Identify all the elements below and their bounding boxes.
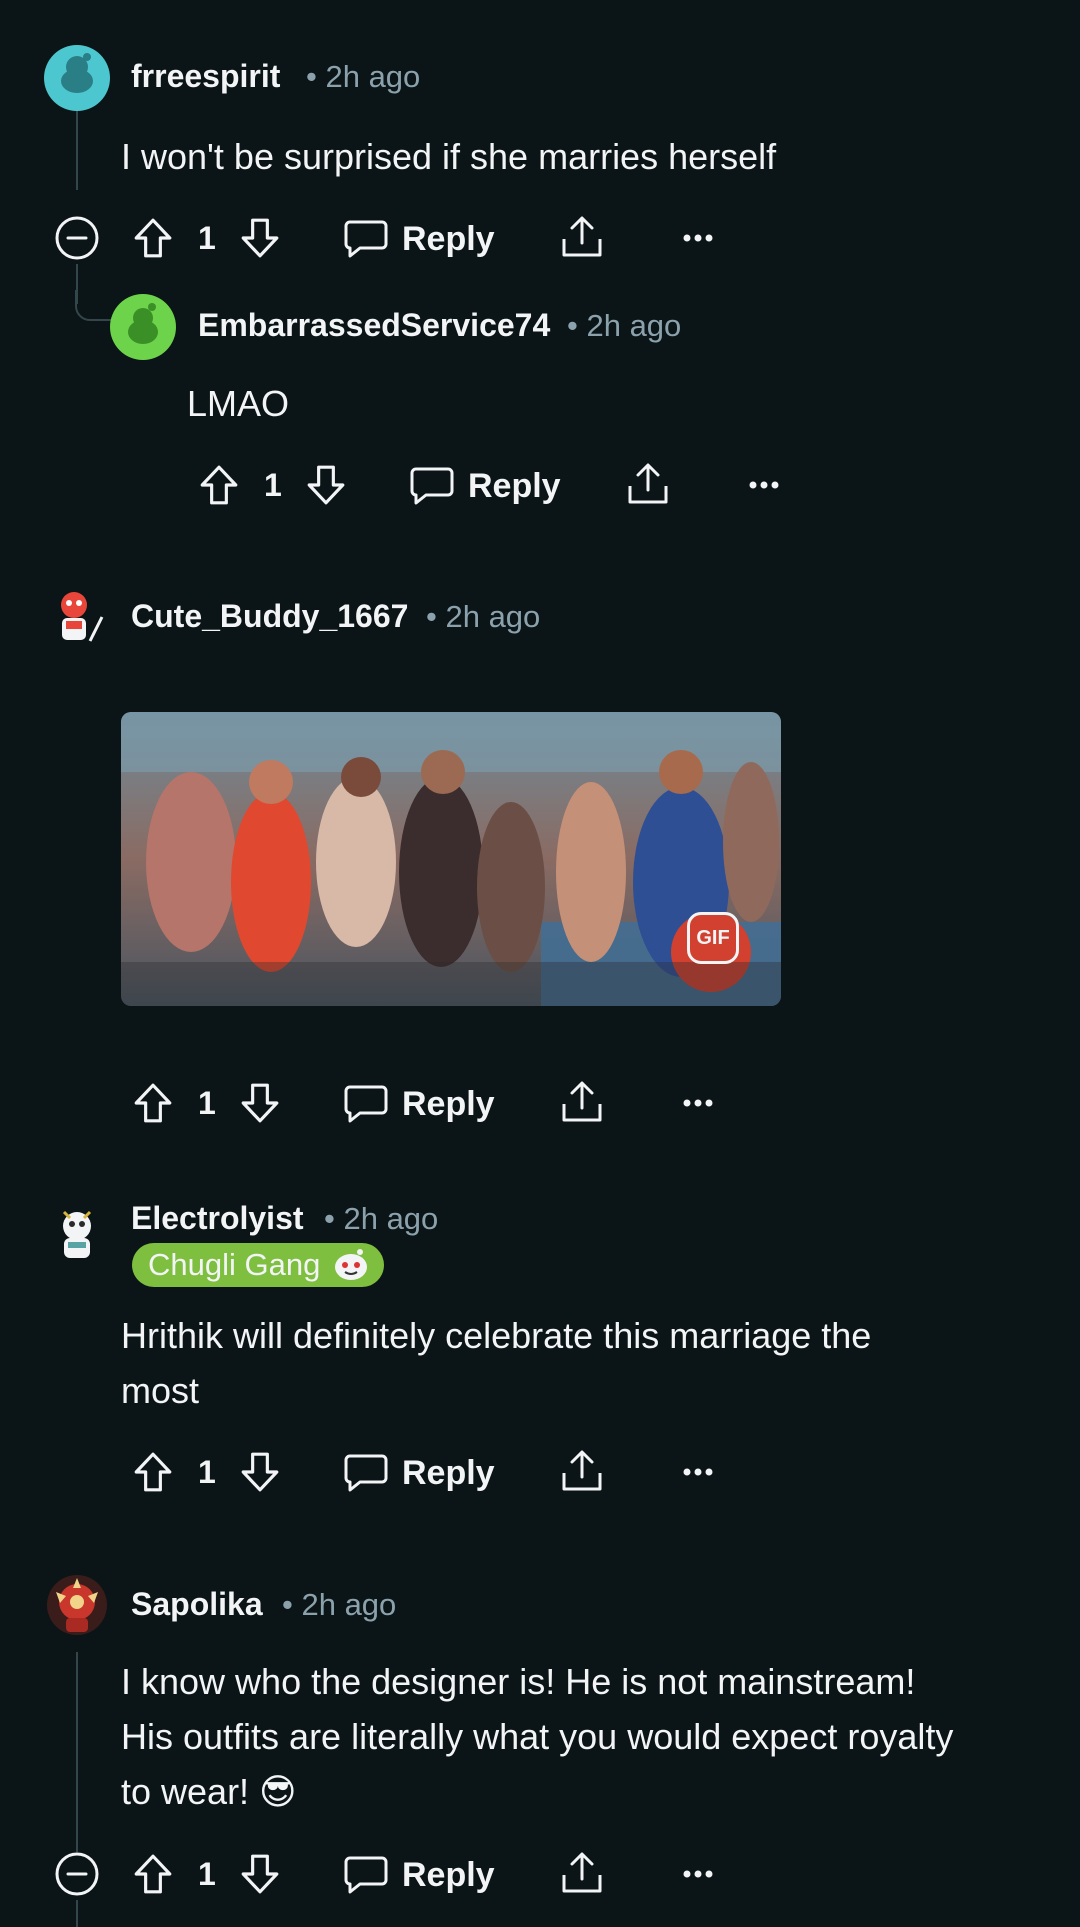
comment-text-line: I know who the designer is! He is not ma…	[121, 1661, 916, 1702]
more-options-icon[interactable]	[683, 233, 713, 243]
avatar[interactable]	[110, 294, 176, 360]
timestamp: • 2h ago	[306, 59, 421, 94]
reply-label: Reply	[402, 1454, 495, 1492]
thread-line	[76, 1652, 78, 1852]
comment-actions: 1 Reply	[120, 455, 800, 515]
gif-image[interactable]: GIF	[121, 712, 781, 1006]
upvote-icon[interactable]	[198, 463, 240, 507]
thread-curve	[75, 290, 113, 321]
reply-label: Reply	[402, 220, 495, 258]
timestamp: • 2h ago	[426, 599, 541, 634]
vote-count: 1	[198, 1085, 216, 1121]
upvote-icon[interactable]	[132, 216, 174, 260]
thread-line	[76, 1900, 78, 1927]
comment-actions: 1 Reply	[54, 1073, 734, 1133]
more-options-icon[interactable]	[683, 1098, 713, 1108]
upvote-icon[interactable]	[132, 1081, 174, 1125]
username[interactable]: Sapolika	[131, 1586, 263, 1623]
gif-badge: GIF	[687, 912, 739, 964]
avatar[interactable]	[44, 1572, 110, 1638]
more-options-icon[interactable]	[683, 1869, 713, 1879]
avatar[interactable]	[44, 583, 110, 649]
comment-text-line: Hrithik will definitely celebrate this m…	[121, 1315, 872, 1356]
vote-count: 1	[198, 1856, 216, 1892]
downvote-icon[interactable]	[239, 1852, 281, 1896]
snoo-flair-icon	[335, 1249, 368, 1280]
reply-button[interactable]: Reply	[344, 1844, 495, 1904]
share-icon[interactable]	[626, 462, 670, 506]
snoo-avatar-icon	[62, 1210, 92, 1258]
share-icon[interactable]	[560, 1449, 604, 1493]
vote-count: 1	[198, 1454, 216, 1490]
snoo-avatar-icon	[61, 53, 93, 93]
comment-text: LMAO	[187, 383, 290, 424]
share-icon[interactable]	[560, 1851, 604, 1895]
comment-actions: 1 Reply	[54, 1844, 734, 1904]
collapse-icon[interactable]	[54, 1851, 100, 1897]
collapse-icon[interactable]	[54, 215, 100, 261]
snoo-avatar-icon	[61, 592, 104, 642]
comment-text-line: most	[121, 1370, 200, 1411]
avatar[interactable]	[44, 45, 110, 111]
downvote-icon[interactable]	[239, 1450, 281, 1494]
downvote-icon[interactable]	[239, 216, 281, 260]
comment-actions: 1 Reply	[54, 1442, 734, 1502]
reply-label: Reply	[402, 1085, 495, 1123]
comment-actions: 1 Reply	[54, 208, 734, 268]
avatar[interactable]	[44, 1200, 110, 1266]
username[interactable]: frreespirit	[131, 58, 280, 95]
thread-line	[76, 100, 78, 190]
username[interactable]: Cute_Buddy_1667	[131, 598, 408, 635]
vote-count: 1	[264, 467, 282, 503]
reply-label: Reply	[402, 1856, 495, 1894]
reply-icon	[410, 465, 454, 505]
timestamp: • 2h ago	[324, 1201, 439, 1236]
comment-text: I know who the designer is! He is not ma…	[121, 1654, 1061, 1819]
comment-text-line: to wear! 😎	[121, 1771, 297, 1812]
reply-label: Reply	[468, 467, 561, 505]
comment-text: I won't be surprised if she marries hers…	[121, 136, 777, 177]
upvote-icon[interactable]	[132, 1450, 174, 1494]
timestamp: • 2h ago	[282, 1587, 397, 1622]
dance-scene-image	[121, 712, 781, 1006]
reply-button[interactable]: Reply	[410, 455, 561, 515]
snoo-avatar-icon	[47, 1575, 107, 1635]
comment-text-line: His outfits are literally what you would…	[121, 1716, 954, 1757]
reply-icon	[344, 218, 388, 258]
username[interactable]: EmbarrassedService74	[198, 307, 550, 344]
downvote-icon[interactable]	[305, 463, 347, 507]
more-options-icon[interactable]	[683, 1467, 713, 1477]
reply-button[interactable]: Reply	[344, 1073, 495, 1133]
user-flair: Chugli Gang	[132, 1243, 385, 1287]
reply-icon	[344, 1452, 388, 1492]
share-icon[interactable]	[560, 1080, 604, 1124]
downvote-icon[interactable]	[239, 1081, 281, 1125]
reply-icon	[344, 1083, 388, 1123]
snoo-avatar-icon	[128, 303, 158, 344]
vote-count: 1	[198, 220, 216, 256]
timestamp: • 2h ago	[567, 308, 682, 343]
share-icon[interactable]	[560, 215, 604, 259]
username[interactable]: Electrolyist	[131, 1200, 304, 1237]
more-options-icon[interactable]	[749, 480, 779, 490]
upvote-icon[interactable]	[132, 1852, 174, 1896]
reply-button[interactable]: Reply	[344, 208, 495, 268]
comment-text: Hrithik will definitely celebrate this m…	[121, 1308, 1021, 1418]
reply-icon	[344, 1854, 388, 1894]
reply-button[interactable]: Reply	[344, 1442, 495, 1502]
